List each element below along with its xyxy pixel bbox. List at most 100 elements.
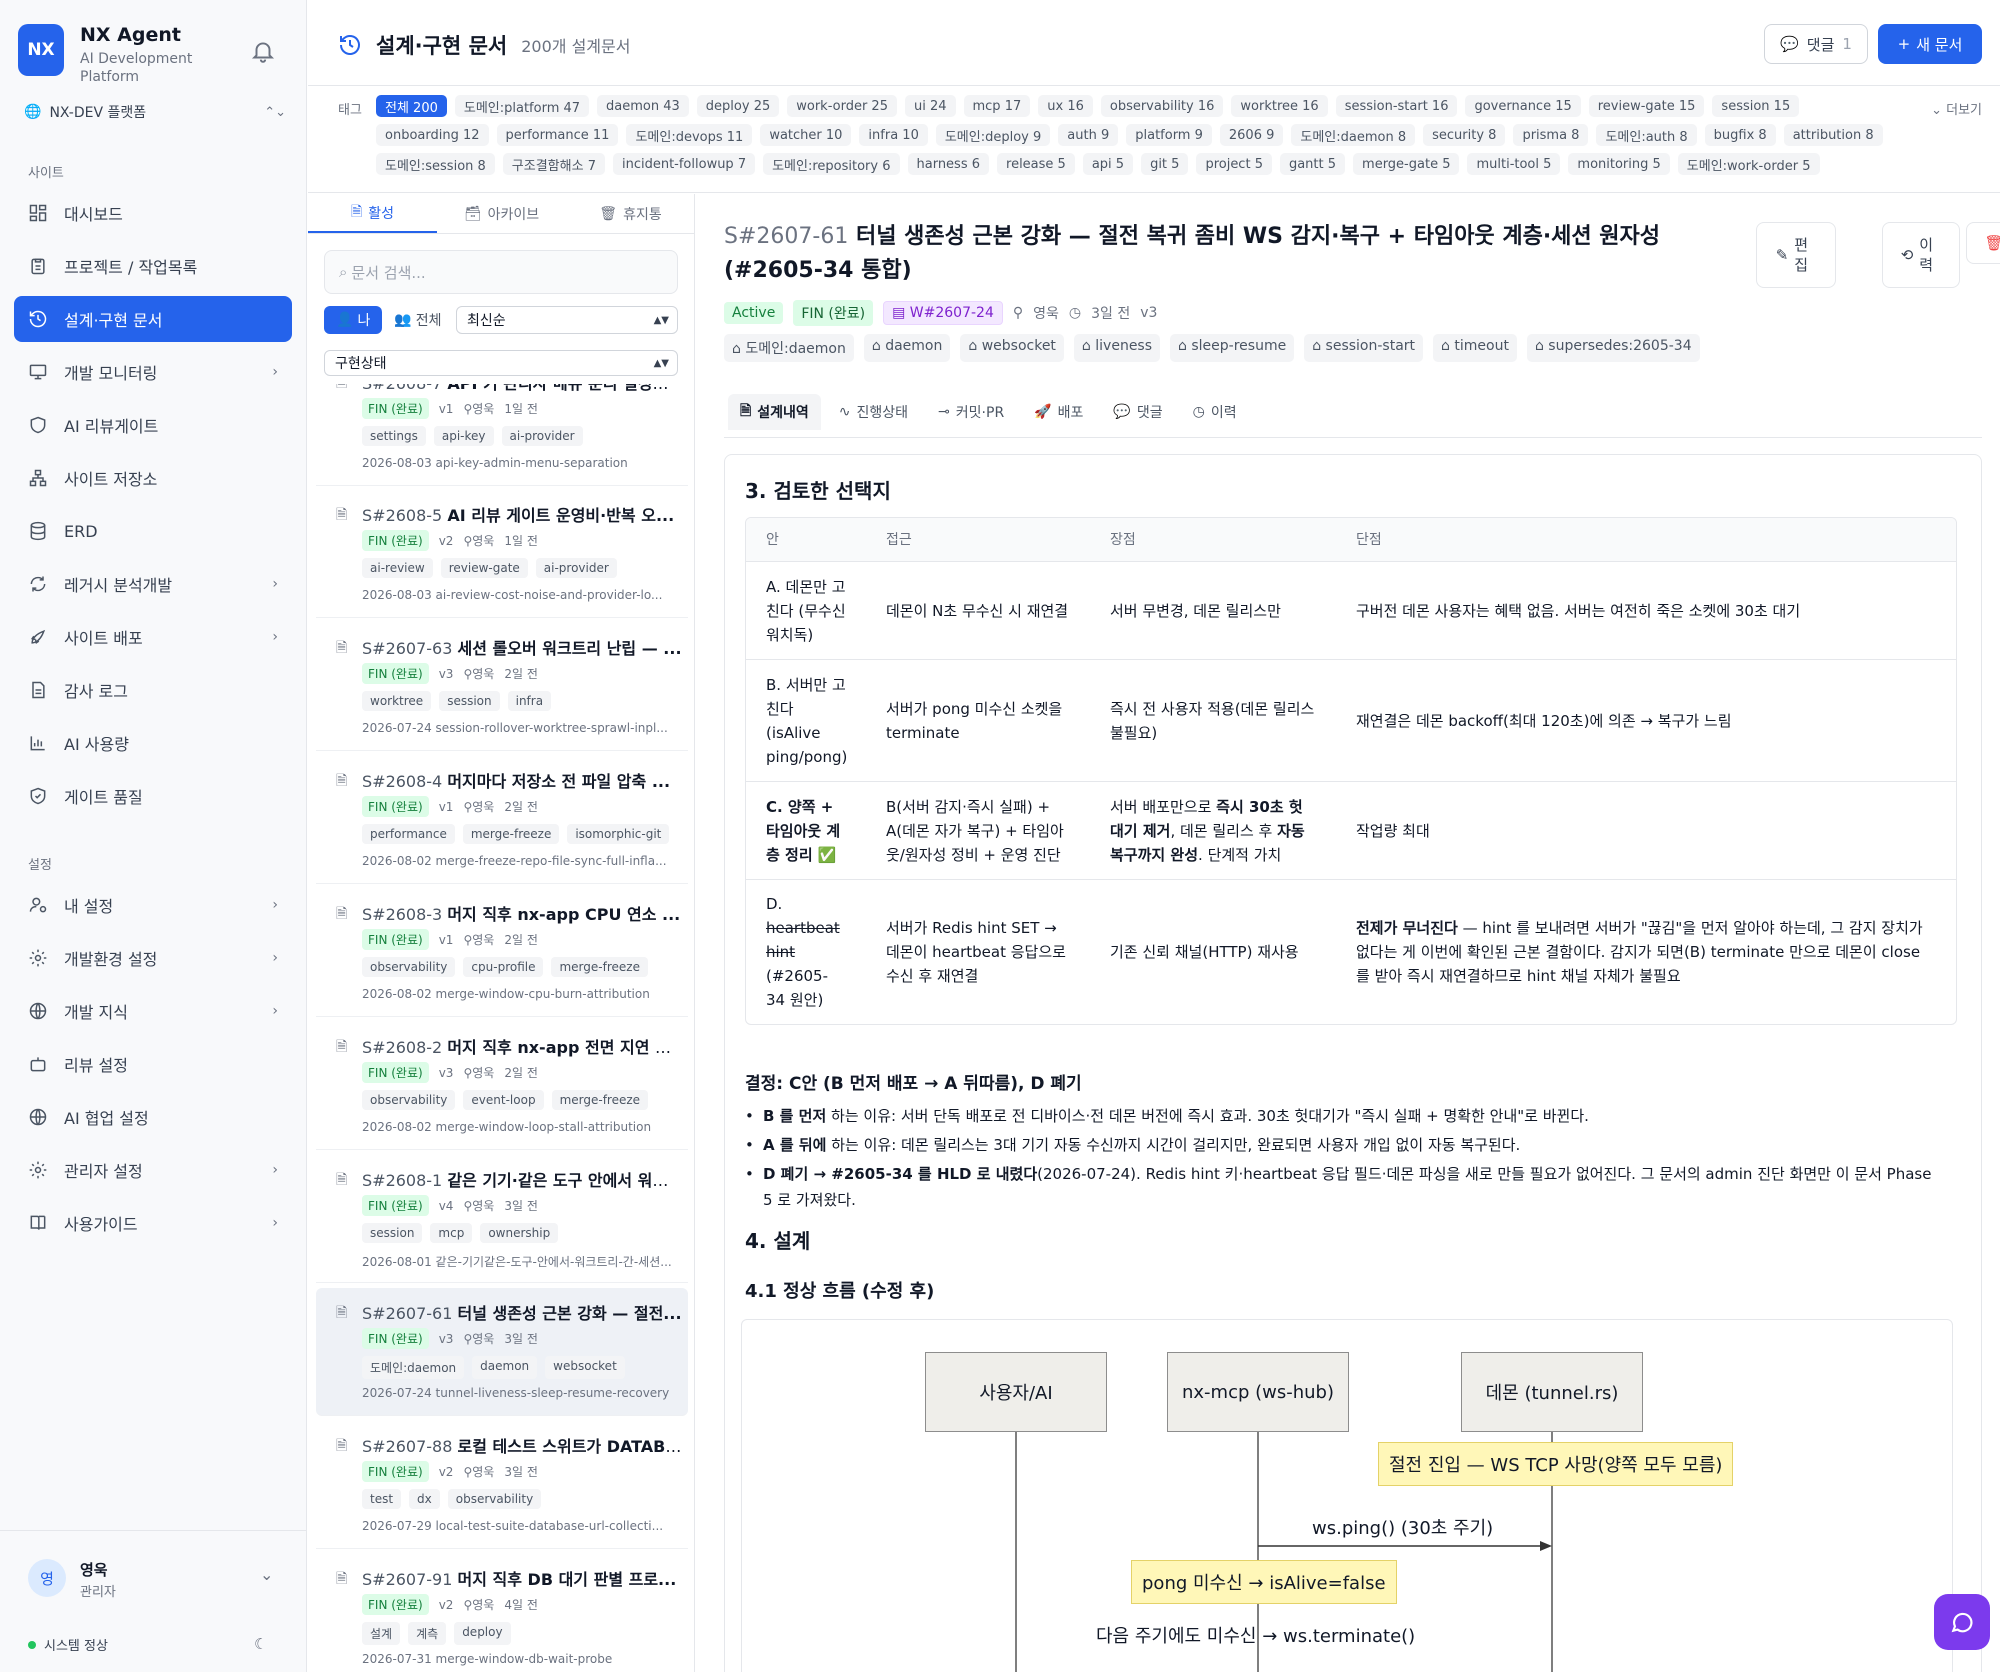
sidebar-item-6[interactable]: ERD xyxy=(14,508,292,554)
tag-chip[interactable]: deploy 25 xyxy=(696,95,780,117)
tag-chip[interactable]: security 8 xyxy=(1423,124,1506,146)
moon-icon[interactable]: ☾ xyxy=(254,1635,267,1653)
sidebar-item-4[interactable]: AI 리뷰게이트 xyxy=(14,402,292,448)
tag-chip[interactable]: session 15 xyxy=(1712,95,1800,117)
more-tags-button[interactable]: ⌄ 더보기 xyxy=(1931,99,1982,118)
sidebar-item-1[interactable]: 프로젝트 / 작업목록 xyxy=(14,243,292,289)
item-tag[interactable]: isomorphic-git xyxy=(567,824,670,844)
tag-chip[interactable]: ux 16 xyxy=(1038,95,1093,117)
item-tag[interactable]: merge-freeze xyxy=(551,1090,649,1110)
tag-chip[interactable]: review-gate 15 xyxy=(1588,95,1705,117)
item-tag[interactable]: merge-freeze xyxy=(551,957,648,977)
tag-chip[interactable]: project 5 xyxy=(1196,153,1272,175)
list-item[interactable]: 🗎 S#2607-61 터널 생존성 근본 강화 — 절전... FIN (완료) v… xyxy=(316,1288,688,1416)
settings-item-1[interactable]: 개발환경 설정 › xyxy=(14,935,292,981)
sidebar-item-10[interactable]: AI 사용량 xyxy=(14,720,292,766)
tag-chip[interactable]: bugfix 8 xyxy=(1704,124,1776,146)
tag-chip[interactable]: infra 10 xyxy=(859,124,928,146)
status-filter-select[interactable]: 구현상태 ▲▼ xyxy=(324,350,678,376)
list-item[interactable]: 🗎 S#2608-5 AI 리뷰 게이트 운영비·반복 오... FIN (완료) v… xyxy=(316,490,688,618)
tag-chip[interactable]: ui 24 xyxy=(904,95,956,117)
settings-item-5[interactable]: 관리자 설정 › xyxy=(14,1147,292,1193)
item-tag[interactable]: mcp xyxy=(430,1223,473,1243)
delete-button[interactable]: 🗑 xyxy=(1966,222,2000,264)
item-tag[interactable]: 설계 xyxy=(362,1622,401,1645)
item-tag[interactable]: event-loop xyxy=(463,1090,544,1110)
item-tag[interactable]: observability xyxy=(362,1090,456,1110)
tag-chip[interactable]: performance 11 xyxy=(496,124,619,146)
doc-tag[interactable]: ⌂ sleep-resume xyxy=(1170,334,1295,362)
settings-item-3[interactable]: 리뷰 설정 xyxy=(14,1041,292,1087)
tag-chip[interactable]: 도메인:platform 47 xyxy=(454,95,590,117)
tag-chip[interactable]: monitoring 5 xyxy=(1568,153,1670,175)
tag-chip[interactable]: 도메인:work-order 5 xyxy=(1677,153,1820,175)
sidebar-item-11[interactable]: 게이트 품질 xyxy=(14,773,292,819)
list-item[interactable]: 🗎 S#2607-63 세션 롤오버 워크트리 난립 — ... FIN (완료) v… xyxy=(316,623,688,751)
item-tag[interactable]: ai-provider xyxy=(535,558,617,578)
tag-chip[interactable]: observability 16 xyxy=(1100,95,1224,117)
tag-chip[interactable]: worktree 16 xyxy=(1231,95,1328,117)
sort-select[interactable]: 최신순 ▲▼ xyxy=(456,306,678,334)
tag-chip[interactable]: auth 9 xyxy=(1058,124,1119,146)
settings-item-0[interactable]: 내 설정 › xyxy=(14,882,292,928)
tab-archive[interactable]: 🗃 아카이브 xyxy=(437,194,566,233)
list-item[interactable]: 🗎 S#2607-91 머지 직후 DB 대기 판별 프로... FIN (완료) v… xyxy=(316,1554,688,1672)
sidebar-item-3[interactable]: 개발 모니터링 › xyxy=(14,349,292,395)
tag-chip[interactable]: 전체 200 xyxy=(376,95,447,117)
history-button[interactable]: ⟲ 이력 xyxy=(1882,222,1960,288)
doc-tag[interactable]: ⌂ liveness xyxy=(1073,334,1161,362)
doc-tab-5[interactable]: ◷ 이력 xyxy=(1181,394,1249,430)
item-tag[interactable]: ai-provider xyxy=(501,426,583,446)
avatar[interactable]: 영 xyxy=(28,1559,66,1597)
bell-icon[interactable] xyxy=(250,38,276,64)
list-item[interactable]: 🗎 S#2608-2 머지 직후 nx-app 전면 지연 —... FIN (완료… xyxy=(316,1022,688,1150)
item-tag[interactable]: session xyxy=(439,691,500,711)
item-tag[interactable]: daemon xyxy=(472,1356,538,1379)
item-tag[interactable]: ai-review xyxy=(362,558,433,578)
tag-chip[interactable]: platform 9 xyxy=(1126,124,1212,146)
doc-tag[interactable]: ⌂ 도메인:daemon xyxy=(724,334,854,362)
tag-chip[interactable]: incident-followup 7 xyxy=(612,153,756,175)
brand-logo[interactable]: NX xyxy=(18,24,64,76)
chevron-down-icon[interactable]: ⌄ xyxy=(260,1565,273,1584)
tag-chip[interactable]: daemon 43 xyxy=(597,95,689,117)
tag-chip[interactable]: attribution 8 xyxy=(1783,124,1883,146)
item-tag[interactable]: cpu-profile xyxy=(463,957,544,977)
list-item[interactable]: 🗎 S#2607-88 로컬 테스트 스위트가 DATAB... FIN (완료) v… xyxy=(316,1421,688,1549)
doc-tab-2[interactable]: ⊸ 커밋·PR xyxy=(926,394,1016,430)
doc-tab-4[interactable]: 💬 댓글 xyxy=(1101,394,1174,430)
doc-tab-3[interactable]: 🚀 배포 xyxy=(1022,394,1095,430)
sidebar-item-9[interactable]: 감사 로그 xyxy=(14,667,292,713)
tag-chip[interactable]: 구조결함해소 7 xyxy=(502,153,605,175)
list-item[interactable]: 🗎 S#2608-7 API 키 관리자 메뉴 분리 설정화... FIN (완료)… xyxy=(316,384,688,486)
item-tag[interactable]: websocket xyxy=(545,1356,625,1379)
edit-button[interactable]: ✎ 편집 xyxy=(1756,222,1836,288)
item-tag[interactable]: review-gate xyxy=(440,558,528,578)
sidebar-item-7[interactable]: 레거시 분석개발 › xyxy=(14,561,292,607)
doc-tab-1[interactable]: ∿ 진행상태 xyxy=(827,394,920,430)
tag-chip[interactable]: governance 15 xyxy=(1465,95,1581,117)
tag-chip[interactable]: onboarding 12 xyxy=(376,124,489,146)
tag-chip[interactable]: 도메인:deploy 9 xyxy=(935,124,1051,146)
comments-button[interactable]: 💬 댓글 1 xyxy=(1764,24,1868,64)
work-order-link[interactable]: ▤ W#2607-24 xyxy=(883,301,1003,325)
tag-chip[interactable]: prisma 8 xyxy=(1513,124,1589,146)
tag-chip[interactable]: session-start 16 xyxy=(1335,95,1458,117)
chat-button[interactable] xyxy=(1934,1594,1990,1650)
item-tag[interactable]: 계측 xyxy=(408,1622,447,1645)
item-tag[interactable]: performance xyxy=(362,824,455,844)
doc-tag[interactable]: ⌂ websocket xyxy=(960,334,1064,362)
tag-chip[interactable]: gantt 5 xyxy=(1279,153,1346,175)
tag-chip[interactable]: git 5 xyxy=(1141,153,1189,175)
sidebar-item-8[interactable]: 사이트 배포 › xyxy=(14,614,292,660)
item-tag[interactable]: session xyxy=(362,1223,423,1243)
item-tag[interactable]: ownership xyxy=(480,1223,559,1243)
item-tag[interactable]: settings xyxy=(362,426,426,446)
item-tag[interactable]: observability xyxy=(362,957,456,977)
tag-chip[interactable]: watcher 10 xyxy=(760,124,852,146)
filter-mine[interactable]: 👤 나 xyxy=(324,306,383,334)
item-tag[interactable]: deploy xyxy=(454,1622,511,1645)
settings-item-2[interactable]: 개발 지식 › xyxy=(14,988,292,1034)
search-input[interactable]: ⌕ 문서 검색... xyxy=(324,250,678,294)
item-tag[interactable]: api-key xyxy=(433,426,494,446)
